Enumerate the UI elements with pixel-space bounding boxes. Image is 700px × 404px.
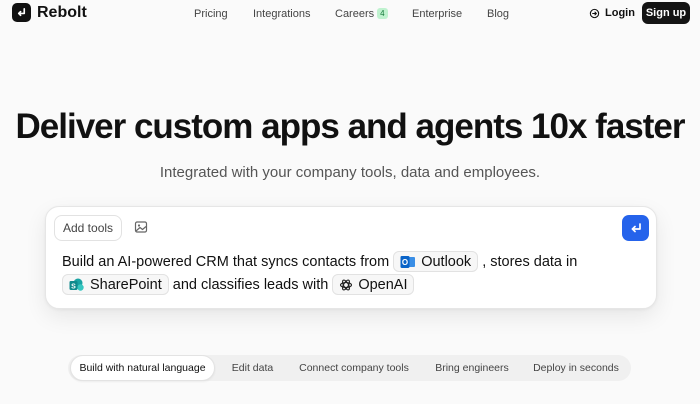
add-tools-button[interactable]: Add tools [54,215,123,241]
tab-build-with-natural-language[interactable]: Build with natural language [70,355,215,381]
sharepoint-chip[interactable]: S SharePoint [62,274,169,295]
prompt-text: and classifies leads with [172,276,329,293]
enter-arrow-icon [631,223,641,233]
login-button[interactable]: Login [589,7,635,19]
tab-edit-data[interactable]: Edit data [220,355,285,381]
login-label: Login [605,7,635,19]
prompt-text: Build an AI-powered CRM that syncs conta… [62,253,390,270]
prompt-card[interactable]: Add tools Build an AI-powered CRM that s… [45,206,657,309]
tab-connect-company-tools[interactable]: Connect company tools [290,355,418,381]
nav-link-blog[interactable]: Blog [487,7,509,21]
prompt-line-2[interactable]: S SharePoint and classifies leads with O… [62,274,418,295]
sharepoint-icon: S [69,278,84,291]
hero-title: Deliver custom apps and agents 10x faste… [15,107,686,146]
outlook-chip-label: Outlook [421,253,472,270]
outlook-icon: O [400,255,416,268]
sharepoint-chip-label: SharePoint [90,276,162,293]
top-nav: Rebolt Pricing Integrations Careers 4 Ent… [0,0,700,28]
openai-chip-label: OpenAI [358,276,408,293]
svg-text:O: O [402,258,408,267]
feature-tabs: Build with natural language Edit data Co… [68,355,631,381]
login-icon [589,8,600,18]
nav-link-careers-label: Careers [335,8,375,20]
hero-subtitle: Integrated with your company tools, data… [159,164,541,181]
svg-text:S: S [71,283,76,290]
openai-chip[interactable]: OpenAI [332,274,415,295]
nav-link-integrations[interactable]: Integrations [253,7,310,21]
send-button[interactable] [622,215,649,241]
openai-icon [340,279,353,290]
prompt-text: , stores data in [482,253,578,270]
signup-button[interactable]: Sign up [642,2,690,24]
image-icon[interactable] [134,220,148,239]
careers-count-badge: 4 [377,8,388,19]
landing-page: Rebolt Pricing Integrations Careers 4 Ent… [0,0,700,404]
nav-link-pricing[interactable]: Pricing [194,7,228,21]
prompt-line-1[interactable]: Build an AI-powered CRM that syncs conta… [62,251,577,272]
nav-link-enterprise[interactable]: Enterprise [412,7,462,21]
outlook-chip[interactable]: O Outlook [393,251,479,272]
tab-deploy-in-seconds[interactable]: Deploy in seconds [526,355,626,381]
nav-link-careers[interactable]: Careers 4 [335,7,388,21]
tab-bring-engineers[interactable]: Bring engineers [424,355,520,381]
